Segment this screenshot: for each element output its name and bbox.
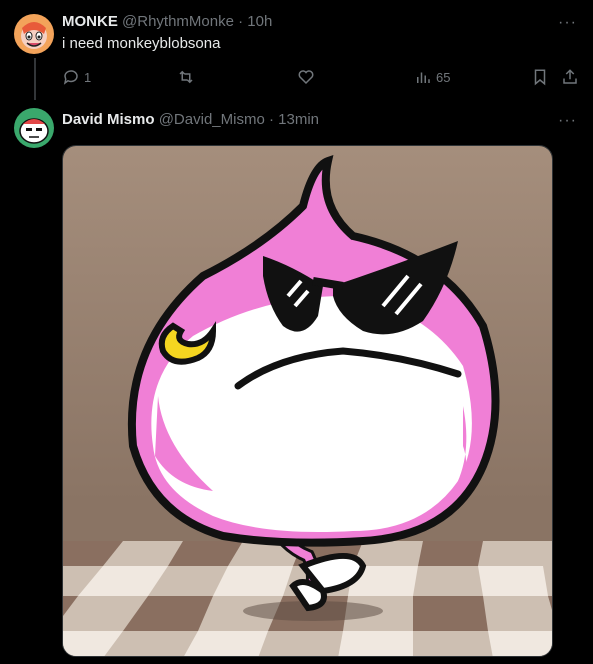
author-handle[interactable]: @RhythmMonke [122, 13, 234, 30]
avatar-david-mismo[interactable] [14, 108, 54, 148]
retweet-icon [179, 70, 193, 84]
avatar-monke[interactable] [14, 14, 54, 54]
tweet-1-header: MONKE @RhythmMonke · 10h [62, 12, 272, 32]
like-button[interactable] [297, 67, 315, 87]
heart-icon [298, 70, 314, 85]
timestamp[interactable]: 10h [247, 13, 272, 30]
thread-line [34, 58, 36, 100]
author-name[interactable]: David Mismo [62, 111, 155, 128]
tweet-2-header: David Mismo @David_Mismo · 13min [62, 110, 319, 130]
separator: · [238, 13, 244, 30]
more-options-button[interactable]: ··· [558, 15, 577, 31]
views-count: 65 [436, 69, 451, 85]
more-options-button[interactable]: ··· [558, 113, 577, 129]
tweet-1: MONKE @RhythmMonke · 10h ··· i need monk… [0, 0, 593, 100]
bookmark-button[interactable] [531, 67, 549, 87]
separator: · [268, 111, 274, 128]
reply-button[interactable]: 1 [62, 67, 91, 87]
blob-character-image [63, 146, 552, 656]
views-button[interactable]: 65 [414, 67, 450, 87]
author-name[interactable]: MONKE [62, 13, 118, 30]
retweet-button[interactable] [176, 67, 196, 87]
bookmark-icon [534, 69, 546, 86]
views-icon [417, 72, 430, 83]
reply-count: 1 [84, 69, 92, 85]
author-handle[interactable]: @David_Mismo [159, 111, 265, 128]
share-icon [563, 69, 577, 84]
timestamp[interactable]: 13min [278, 111, 319, 128]
tweet-media-image[interactable] [62, 145, 553, 657]
share-button[interactable] [561, 67, 579, 87]
tweet-text: i need monkeyblobsona [62, 35, 221, 52]
reply-icon [63, 70, 78, 85]
